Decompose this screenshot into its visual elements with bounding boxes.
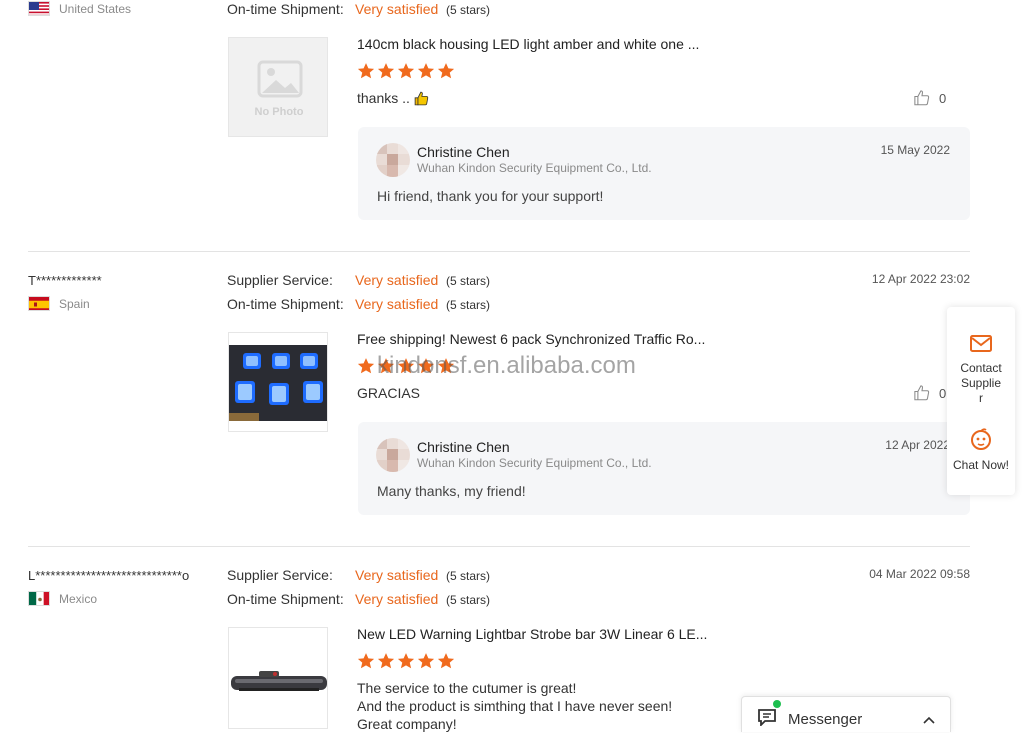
- star-rating: [357, 652, 455, 670]
- review-text: GRACIAS: [357, 385, 421, 401]
- shipment-label: On-time Shipment:: [227, 1, 344, 17]
- country-label: United States: [59, 1, 132, 16]
- supplier-avatar: [376, 438, 410, 472]
- product-thumbnail[interactable]: [228, 627, 328, 729]
- supplier-service-stars: (5 stars): [446, 274, 491, 288]
- product-photo: [229, 345, 327, 421]
- shipment-value: Very satisfied: [355, 1, 439, 17]
- product-thumbnail[interactable]: [228, 332, 328, 432]
- supplier-avatar: [376, 143, 410, 177]
- messenger-icon: [757, 708, 777, 731]
- messenger-label: Messenger: [788, 711, 863, 728]
- like-button[interactable]: 0: [913, 384, 946, 402]
- supplier-service-stars: (5 stars): [446, 569, 491, 583]
- reviewer-name: T*************: [28, 273, 102, 288]
- product-photo: [231, 671, 327, 691]
- floating-contact-panel: Contact Supplier Chat Now!: [947, 307, 1015, 495]
- shipment-stars: (5 stars): [446, 3, 491, 17]
- star-rating: [357, 62, 455, 80]
- supplier-service-value: Very satisfied: [355, 272, 439, 288]
- review-divider: [28, 546, 970, 547]
- messenger-bar[interactable]: Messenger: [741, 696, 951, 732]
- like-count: 0: [939, 90, 947, 106]
- star-icon: [357, 63, 375, 79]
- country-label: Mexico: [59, 591, 98, 606]
- star-icon: [397, 653, 415, 669]
- supplier-service-label: Supplier Service:: [227, 272, 333, 288]
- watermark-text: kindonsf.en.alibaba.com: [377, 352, 636, 379]
- contact-supplier-button[interactable]: Contact Supplier: [947, 333, 1015, 406]
- shipment-value: Very satisfied: [355, 296, 439, 312]
- no-photo-icon: [257, 60, 303, 98]
- supplier-reply: Christine Chen Wuhan Kindon Security Equ…: [358, 422, 970, 515]
- shipment-stars: (5 stars): [446, 593, 491, 607]
- reply-author-name: Christine Chen: [417, 144, 510, 160]
- review-text: thanks ..: [357, 89, 430, 107]
- product-title-link[interactable]: Free shipping! Newest 6 pack Synchronize…: [357, 331, 705, 347]
- shipment-label: On-time Shipment:: [227, 296, 344, 312]
- reply-date: 15 May 2022: [880, 143, 950, 157]
- product-title-link[interactable]: New LED Warning Lightbar Strobe bar 3W L…: [357, 626, 707, 642]
- thumbs-up-emoji-icon: [414, 91, 429, 105]
- supplier-service-label: Supplier Service:: [227, 567, 333, 583]
- review-text-line: And the product is simthing that I have …: [357, 698, 673, 714]
- star-icon: [417, 653, 435, 669]
- mexico-flag-icon: [28, 591, 50, 606]
- shipment-value: Very satisfied: [355, 591, 439, 607]
- review-divider: [28, 251, 970, 252]
- shipment-label: On-time Shipment:: [227, 591, 344, 607]
- star-icon: [357, 653, 375, 669]
- star-icon: [437, 653, 455, 669]
- reply-company: Wuhan Kindon Security Equipment Co., Ltd…: [417, 456, 652, 470]
- reply-author-name: Christine Chen: [417, 439, 510, 455]
- supplier-reply: Christine Chen Wuhan Kindon Security Equ…: [358, 127, 970, 220]
- star-icon: [377, 63, 395, 79]
- review-text-content: thanks ..: [357, 90, 410, 106]
- us-flag-icon: [28, 1, 50, 16]
- review-text-line: Great company!: [357, 716, 457, 732]
- no-photo-text: No Photo: [254, 106, 304, 118]
- chevron-up-icon[interactable]: [922, 712, 936, 730]
- star-icon: [417, 63, 435, 79]
- spain-flag-icon: [28, 296, 50, 311]
- star-icon: [377, 653, 395, 669]
- product-thumbnail[interactable]: No Photo: [228, 37, 328, 137]
- chat-now-label: Chat Now!: [952, 458, 1010, 472]
- star-icon: [437, 63, 455, 79]
- product-title-link[interactable]: 140cm black housing LED light amber and …: [357, 36, 699, 52]
- thumbs-up-icon: [914, 90, 930, 106]
- star-icon: [397, 63, 415, 79]
- review-text-line: The service to the cutumer is great!: [357, 680, 577, 696]
- like-count: 0: [939, 385, 947, 401]
- mail-icon: [970, 335, 992, 352]
- review-datetime: 04 Mar 2022 09:58: [869, 567, 970, 581]
- reply-company: Wuhan Kindon Security Equipment Co., Ltd…: [417, 161, 652, 175]
- like-button[interactable]: 0: [913, 89, 946, 107]
- chat-now-button[interactable]: Chat Now!: [947, 427, 1015, 473]
- chat-face-icon: [971, 428, 991, 450]
- star-icon: [357, 358, 375, 374]
- review-datetime: 12 Apr 2022 23:02: [871, 272, 970, 286]
- reviewer-country: Mexico: [28, 591, 97, 606]
- reviewer-country: United States: [28, 1, 131, 16]
- reviewer-country: Spain: [28, 296, 90, 311]
- contact-supplier-label: Contact Supplier: [960, 361, 1002, 405]
- reply-text: Hi friend, thank you for your support!: [377, 188, 604, 204]
- supplier-service-value: Very satisfied: [355, 567, 439, 583]
- online-status-dot: [773, 700, 781, 708]
- thumbs-up-icon: [914, 385, 930, 401]
- country-label: Spain: [59, 296, 90, 311]
- reply-text: Many thanks, my friend!: [377, 483, 526, 499]
- reply-date: 12 Apr 2022: [885, 438, 950, 452]
- reviewer-name: L*****************************o: [28, 568, 190, 583]
- review-text: The service to the cutumer is great! And…: [357, 679, 672, 733]
- shipment-stars: (5 stars): [446, 298, 491, 312]
